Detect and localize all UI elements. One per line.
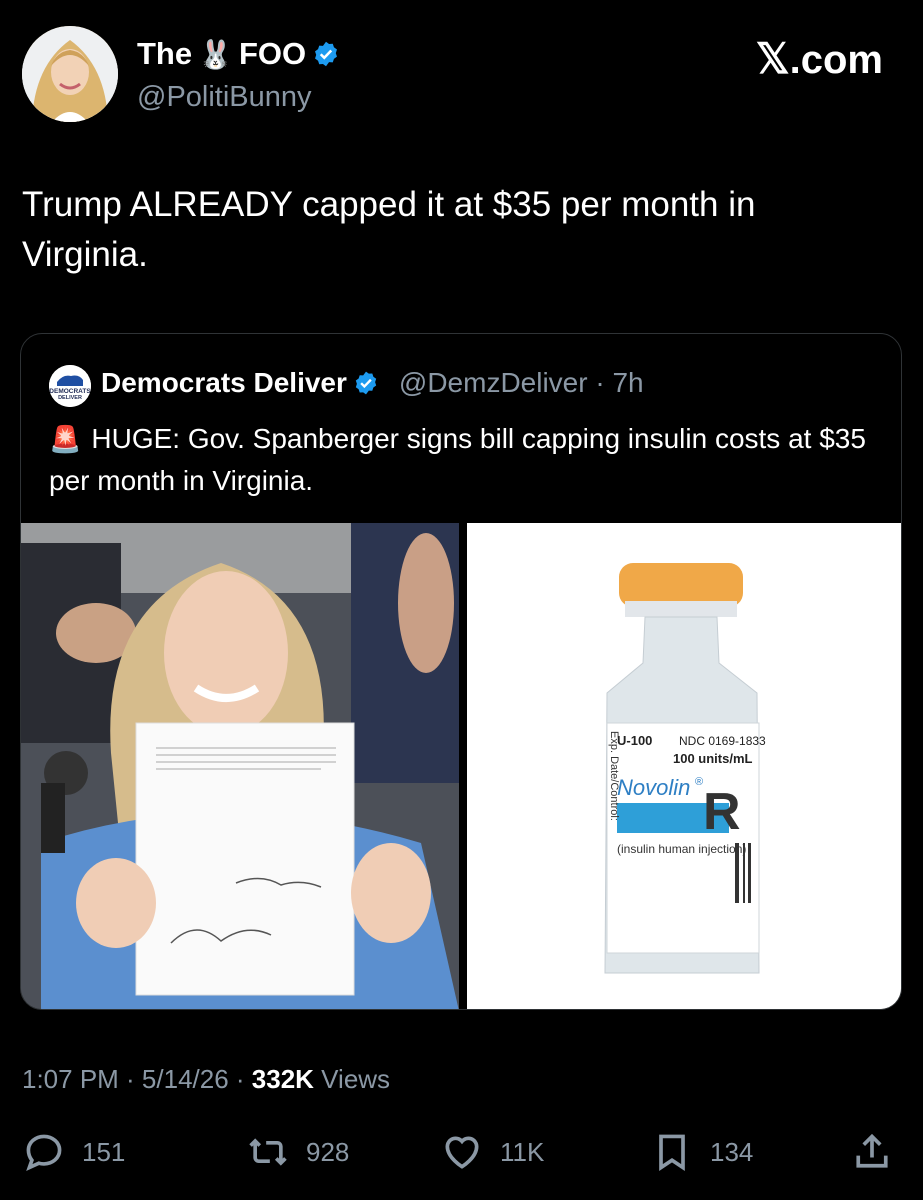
svg-text:DELIVER: DELIVER [58,395,82,401]
vial-ndc: NDC 0169-1833 [679,734,766,748]
svg-text:DEMOCRATS: DEMOCRATS [49,388,91,395]
x-icon: 𝕏 [755,35,790,82]
repost-count: 928 [306,1136,350,1167]
share-button[interactable] [850,1130,894,1174]
quote-handle: @DemzDeliver · 7h [398,367,644,398]
bookmark-icon [659,1134,685,1172]
author-name[interactable]: The 🐰 FOO [137,36,340,72]
vial-side-label: Exp. Date/Control: [608,731,620,821]
verified-badge-icon [355,371,377,395]
bookmark-button[interactable]: 134 [650,1130,753,1174]
vial-letter: R [703,783,741,841]
share-icon [856,1133,888,1168]
action-bar: 151 928 11K 134 [0,1130,923,1178]
quote-avatar[interactable]: DEMOCRATS DELIVER [49,365,91,407]
like-count: 11K [500,1136,545,1167]
photo-insulin-vial[interactable]: U-100 NDC 0169-1833 100 units/mL Novolin… [467,523,901,1009]
reply-count: 151 [82,1136,126,1167]
tweet-meta: 1:07 PM · 5/14/26 · 332K Views [22,1064,391,1094]
repost-button[interactable]: 928 [246,1130,349,1174]
reply-button[interactable]: 151 [22,1130,125,1174]
author-avatar[interactable] [22,26,118,122]
repost-icon [249,1138,287,1166]
bunny-emoji: 🐰 [198,38,233,70]
author-handle[interactable]: @PolitiBunny [137,81,312,114]
vial-units: 100 units/mL [673,751,753,766]
quote-text: 🚨 HUGE: Gov. Spanberger signs bill cappin… [49,423,866,496]
vial-reg: ® [695,776,703,788]
quoted-tweet[interactable]: DEMOCRATS DELIVER Democrats Deliver @Dem… [20,333,902,1010]
x-logo: 𝕏 .com [755,35,883,82]
vial-desc: (insulin human injection) [617,842,746,856]
like-button[interactable]: 11K [440,1130,544,1174]
quote-author[interactable]: Democrats Deliver @DemzDeliver · 7h [101,367,644,399]
siren-emoji: 🚨 [49,424,82,454]
reply-icon [26,1134,62,1172]
vial-u100: U-100 [617,733,652,748]
verified-badge-icon [315,41,338,67]
vial-brand: Novolin [617,775,690,800]
bookmark-count: 134 [710,1136,754,1167]
photo-governor-signing[interactable] [21,523,459,1009]
tweet-text: Trump ALREADY capped it at $35 per month… [22,185,756,274]
heart-icon [445,1136,479,1169]
views-count: 332K [251,1064,314,1094]
